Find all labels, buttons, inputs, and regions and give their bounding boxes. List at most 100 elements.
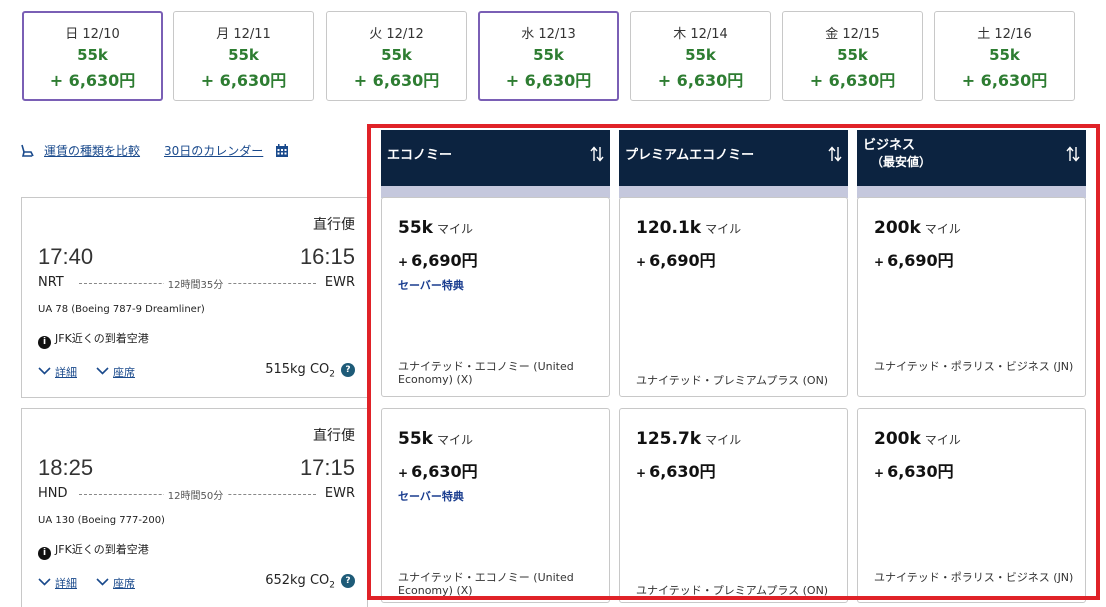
fare-product: ユナイテッド・ポラリス・ビジネス (JN) bbox=[874, 571, 1074, 584]
fare-tax: +6,630円 bbox=[874, 458, 954, 482]
details-toggle[interactable]: 詳細 bbox=[38, 364, 77, 380]
co2-subscript: 2 bbox=[329, 580, 335, 591]
date-label: 火 12/12 bbox=[369, 27, 424, 42]
co2-emissions: 515kg CO2? bbox=[265, 362, 355, 380]
seat-icon bbox=[21, 144, 34, 157]
date-price: + 6,630円 bbox=[657, 71, 744, 90]
cabin-sublabel: （最安値） bbox=[871, 155, 932, 169]
miles-unit: マイル bbox=[705, 433, 742, 447]
date-tab-12-10[interactable]: 日 12/10 55k + 6,630円 bbox=[22, 11, 163, 101]
info-text: JFK近くの到着空港 bbox=[55, 543, 149, 556]
fare-cell-premium-economy[interactable]: 120.1k マイル +6,690円 ユナイテッド・プレミアムプラス (ON) bbox=[619, 197, 848, 397]
equipment-info: UA 130 (Boeing 777-200) bbox=[38, 515, 165, 526]
chevron-down-icon bbox=[38, 578, 51, 586]
date-miles: 55k bbox=[381, 46, 412, 64]
miles-value: 200k bbox=[874, 429, 921, 449]
fare-tax: +6,630円 bbox=[636, 458, 716, 482]
date-price: + 6,630円 bbox=[200, 71, 287, 90]
fare-miles: 120.1k マイル bbox=[636, 218, 741, 238]
fare-cell-economy[interactable]: 55k マイル +6,690円 セーバー特典 ユナイテッド・エコノミー (Unit… bbox=[381, 197, 610, 397]
co2-value: 515kg CO bbox=[265, 362, 330, 377]
sort-icon[interactable] bbox=[1066, 146, 1080, 162]
co2-subscript: 2 bbox=[329, 369, 335, 380]
date-price: + 6,630円 bbox=[353, 71, 440, 90]
fare-cell-premium-economy[interactable]: 125.7k マイル +6,630円 ユナイテッド・プレミアムプラス (ON) bbox=[619, 408, 848, 603]
arrival-time: 16:15 bbox=[299, 244, 355, 269]
fare-product: ユナイテッド・エコノミー (United Economy) (X) bbox=[398, 571, 574, 597]
miles-value: 120.1k bbox=[636, 218, 702, 238]
fare-cell-business[interactable]: 200k マイル +6,690円 ユナイテッド・ポラリス・ビジネス (JN) bbox=[857, 197, 1086, 397]
saver-award-badge: セーバー特典 bbox=[398, 279, 464, 292]
date-miles: 55k bbox=[685, 46, 716, 64]
seats-toggle[interactable]: 座席 bbox=[96, 575, 135, 591]
miles-unit: マイル bbox=[705, 222, 742, 236]
tax-value: 6,630円 bbox=[649, 462, 716, 481]
tax-value: 6,690円 bbox=[649, 251, 716, 270]
fare-tax: +6,630円 bbox=[398, 458, 478, 482]
cabin-header-business[interactable]: ビジネス （最安値） bbox=[857, 130, 1086, 198]
seats-label[interactable]: 座席 bbox=[113, 577, 135, 590]
miles-value: 200k bbox=[874, 218, 921, 238]
help-icon[interactable]: ? bbox=[341, 363, 355, 377]
plus-sign: + bbox=[874, 466, 885, 480]
cabin-label: ビジネス bbox=[863, 138, 916, 153]
date-label: 土 12/16 bbox=[977, 27, 1032, 42]
info-icon: i bbox=[38, 547, 51, 560]
sort-icon[interactable] bbox=[590, 146, 604, 162]
seats-label[interactable]: 座席 bbox=[113, 366, 135, 379]
fare-miles: 55k マイル bbox=[398, 429, 473, 449]
sort-icon[interactable] bbox=[828, 146, 842, 162]
fare-product: ユナイテッド・エコノミー (United Economy) (X) bbox=[398, 360, 574, 386]
arrival-airport-note: i JFK近くの到着空港 bbox=[38, 541, 149, 560]
duration-text: 12時間50分 bbox=[163, 491, 228, 502]
date-tab-12-16[interactable]: 土 12/16 55k + 6,630円 bbox=[934, 11, 1075, 101]
miles-value: 55k bbox=[398, 429, 433, 449]
fare-miles: 55k マイル bbox=[398, 218, 473, 238]
date-price: + 6,630円 bbox=[961, 71, 1048, 90]
date-label: 木 12/14 bbox=[673, 27, 728, 42]
fare-tax: +6,690円 bbox=[636, 247, 716, 271]
date-label: 金 12/15 bbox=[825, 27, 880, 42]
date-tab-12-14[interactable]: 木 12/14 55k + 6,630円 bbox=[630, 11, 771, 101]
help-icon[interactable]: ? bbox=[341, 574, 355, 588]
date-tab-12-13[interactable]: 水 12/13 55k + 6,630円 bbox=[478, 11, 619, 101]
calendar-30-days-link[interactable]: 30日のカレンダー bbox=[164, 142, 263, 159]
date-miles: 55k bbox=[837, 46, 868, 64]
plus-sign: + bbox=[874, 255, 885, 269]
plus-sign: + bbox=[636, 255, 647, 269]
departure-time: 18:25 bbox=[38, 455, 94, 480]
date-tab-12-15[interactable]: 金 12/15 55k + 6,630円 bbox=[782, 11, 923, 101]
details-label[interactable]: 詳細 bbox=[55, 577, 77, 590]
fare-product: ユナイテッド・プレミアムプラス (ON) bbox=[636, 584, 829, 597]
miles-value: 125.7k bbox=[636, 429, 702, 449]
arrival-time: 17:15 bbox=[299, 455, 355, 480]
cabin-header-premium-economy[interactable]: プレミアムエコノミー bbox=[619, 130, 848, 198]
seats-toggle[interactable]: 座席 bbox=[96, 364, 135, 380]
calendar-icon[interactable] bbox=[275, 144, 289, 158]
date-label: 月 12/11 bbox=[216, 27, 271, 42]
fare-product: ユナイテッド・ポラリス・ビジネス (JN) bbox=[874, 360, 1074, 373]
cabin-header-economy[interactable]: エコノミー bbox=[381, 130, 610, 198]
flight-duration: 12時間50分 bbox=[22, 487, 369, 502]
details-toggle[interactable]: 詳細 bbox=[38, 575, 77, 591]
date-price: + 6,630円 bbox=[809, 71, 896, 90]
cabin-label: エコノミー bbox=[387, 148, 453, 163]
compare-fare-types-link[interactable]: 運賃の種類を比較 bbox=[44, 142, 140, 159]
miles-unit: マイル bbox=[436, 222, 473, 236]
arrival-airport-note: i JFK近くの到着空港 bbox=[38, 330, 149, 349]
cabin-label: プレミアムエコノミー bbox=[625, 148, 755, 163]
tax-value: 6,690円 bbox=[411, 251, 478, 270]
plus-sign: + bbox=[398, 466, 409, 480]
fare-cell-business[interactable]: 200k マイル +6,630円 ユナイテッド・ポラリス・ビジネス (JN) bbox=[857, 408, 1086, 603]
chevron-down-icon bbox=[96, 367, 109, 375]
fare-cell-economy[interactable]: 55k マイル +6,630円 セーバー特典 ユナイテッド・エコノミー (Unit… bbox=[381, 408, 610, 603]
details-label[interactable]: 詳細 bbox=[55, 366, 77, 379]
tax-value: 6,690円 bbox=[887, 251, 954, 270]
date-tab-12-12[interactable]: 火 12/12 55k + 6,630円 bbox=[326, 11, 467, 101]
nonstop-label: 直行便 bbox=[313, 428, 355, 444]
date-miles: 55k bbox=[533, 46, 564, 64]
chevron-down-icon bbox=[38, 367, 51, 375]
tax-value: 6,630円 bbox=[411, 462, 478, 481]
equipment-info: UA 78 (Boeing 787-9 Dreamliner) bbox=[38, 304, 205, 315]
date-tab-12-11[interactable]: 月 12/11 55k + 6,630円 bbox=[173, 11, 314, 101]
